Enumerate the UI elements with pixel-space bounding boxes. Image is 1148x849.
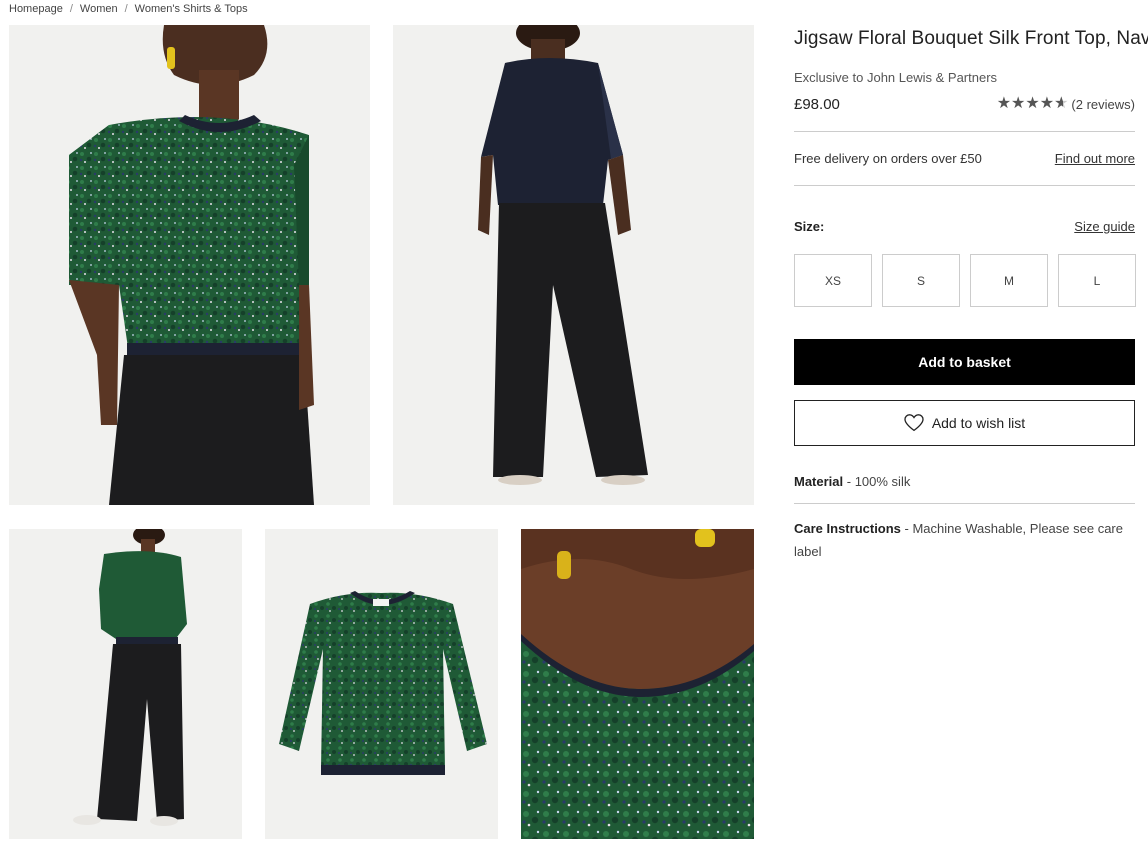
care-label: Care Instructions bbox=[794, 521, 901, 536]
care-instructions: Care Instructions - Machine Washable, Pl… bbox=[794, 517, 1135, 563]
add-to-wish-list-button[interactable]: Add to wish list bbox=[794, 400, 1135, 446]
divider bbox=[794, 503, 1135, 504]
top-flat-lay-illustration bbox=[279, 591, 487, 775]
material-value: - 100% silk bbox=[843, 474, 911, 489]
product-image-flat-lay[interactable] bbox=[265, 529, 498, 839]
exclusive-label: Exclusive to John Lewis & Partners bbox=[794, 70, 998, 85]
breadcrumb-homepage[interactable]: Homepage bbox=[9, 3, 63, 15]
breadcrumb-womens-shirts-tops[interactable]: Women's Shirts & Tops bbox=[135, 3, 248, 15]
product-image-front[interactable] bbox=[9, 25, 370, 505]
product-image-full-length[interactable] bbox=[9, 529, 242, 839]
heart-icon bbox=[904, 414, 924, 432]
breadcrumb-separator: / bbox=[69, 3, 73, 15]
material-label: Material bbox=[794, 474, 844, 489]
material-info: Material - 100% silk bbox=[794, 474, 910, 489]
divider bbox=[794, 185, 1135, 186]
product-price: £98.00 bbox=[794, 96, 840, 113]
model-front-illustration bbox=[69, 25, 314, 505]
neckline-closeup-illustration bbox=[521, 529, 754, 839]
product-rating[interactable]: ★ ★ ★ ★ ★ (2 reviews) bbox=[996, 95, 1135, 113]
product-title: Jigsaw Floral Bouquet Silk Front Top, Na… bbox=[794, 28, 1148, 49]
model-back-illustration bbox=[478, 25, 648, 485]
find-out-more-link[interactable]: Find out more bbox=[1055, 151, 1135, 166]
add-to-basket-label: Add to basket bbox=[918, 354, 1011, 370]
size-option-xs[interactable]: XS bbox=[794, 254, 872, 307]
size-label: Size: bbox=[794, 219, 825, 234]
product-image-back[interactable] bbox=[393, 25, 754, 505]
add-to-wish-list-label: Add to wish list bbox=[931, 415, 1026, 431]
rating-stars: ★ ★ ★ ★ ★ bbox=[996, 95, 1069, 113]
divider bbox=[794, 131, 1135, 132]
model-full-illustration bbox=[73, 529, 187, 826]
size-option-s[interactable]: S bbox=[882, 254, 960, 307]
breadcrumb-separator: / bbox=[124, 3, 128, 15]
star-icon: ★ bbox=[1039, 95, 1055, 112]
delivery-info: Free delivery on orders over £50 bbox=[794, 151, 982, 166]
half-star-icon: ★ bbox=[1054, 96, 1068, 113]
breadcrumb: Homepage / Women / Women's Shirts & Tops bbox=[9, 3, 248, 15]
size-option-m[interactable]: M bbox=[970, 254, 1048, 307]
add-to-basket-button[interactable]: Add to basket bbox=[794, 339, 1135, 385]
reviews-count[interactable]: (2 reviews) bbox=[1071, 97, 1135, 112]
size-selector: XS S M L bbox=[794, 254, 1136, 307]
breadcrumb-women[interactable]: Women bbox=[80, 3, 118, 15]
star-icon: ★ bbox=[996, 95, 1012, 112]
size-guide-link[interactable]: Size guide bbox=[1074, 219, 1135, 234]
size-option-l[interactable]: L bbox=[1058, 254, 1136, 307]
star-icon: ★ bbox=[1011, 95, 1026, 112]
product-image-closeup[interactable] bbox=[521, 529, 754, 839]
star-icon: ★ bbox=[1025, 95, 1040, 112]
